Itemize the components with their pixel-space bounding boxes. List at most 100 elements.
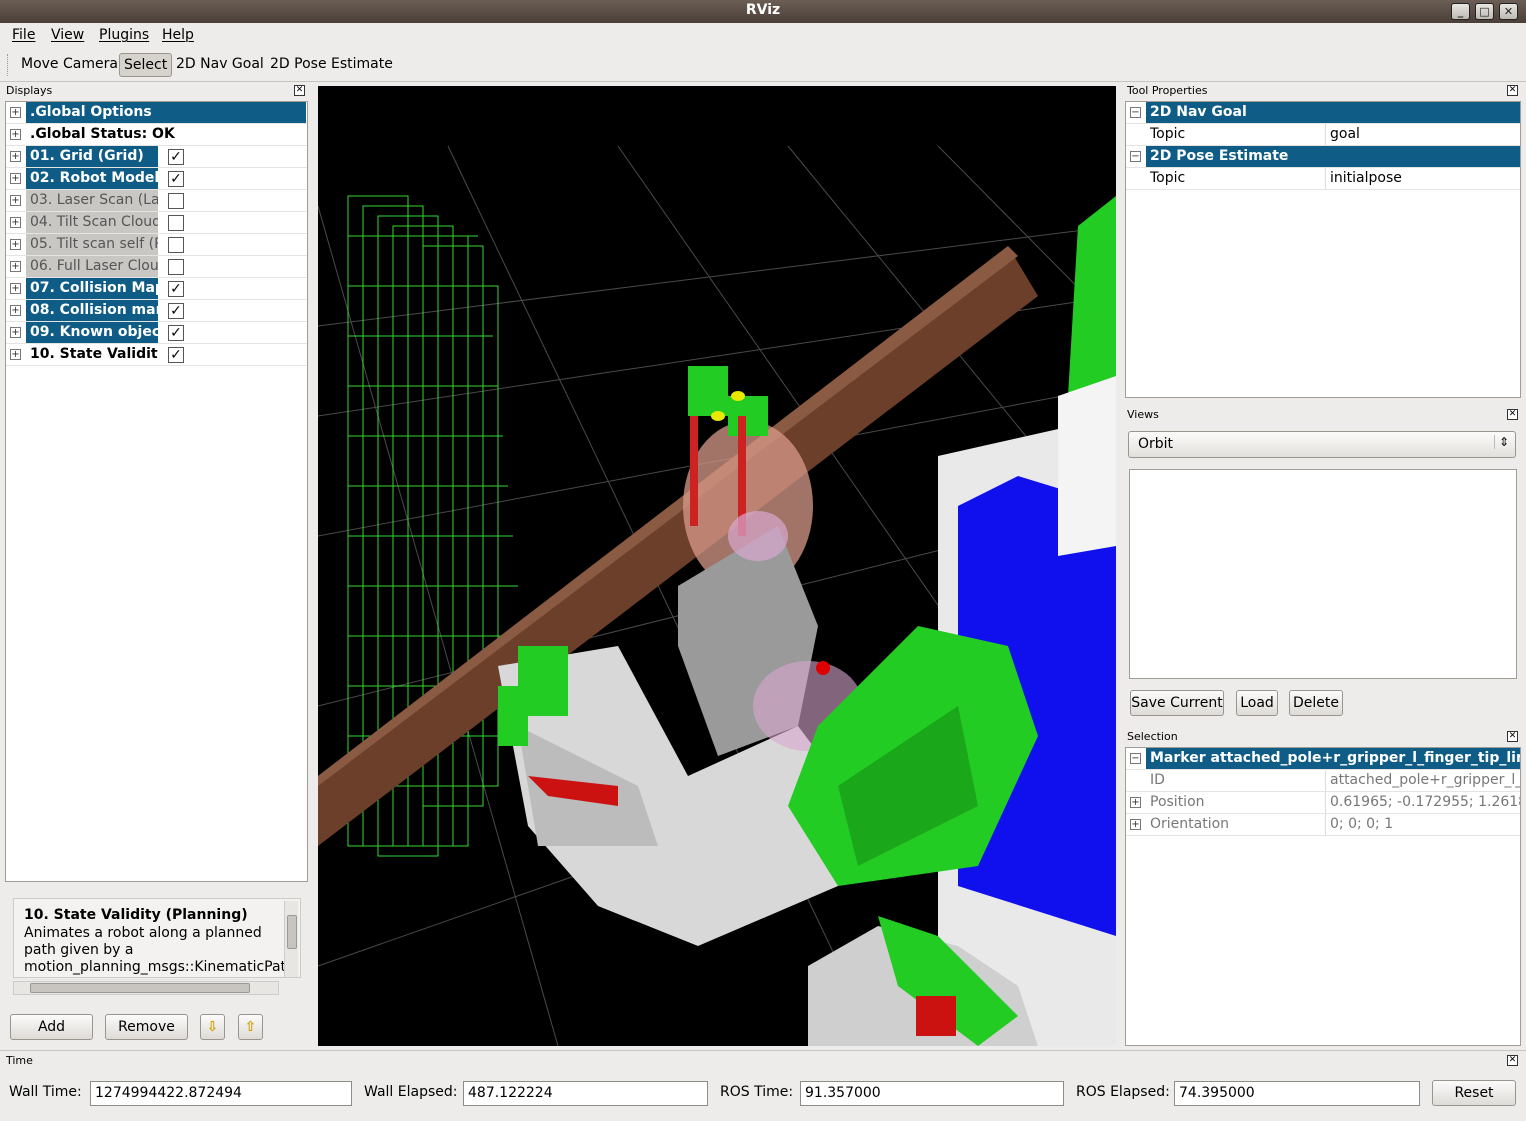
- display-item[interactable]: +09. Known object ✓: [6, 322, 307, 344]
- display-enabled-checkbox[interactable]: ✓: [168, 149, 184, 165]
- expand-icon[interactable]: +: [10, 305, 21, 316]
- expand-icon[interactable]: +: [10, 261, 21, 272]
- property-value-initialpose[interactable]: initialpose: [1326, 168, 1402, 189]
- selected-marker-row[interactable]: − Marker attached_pole+r_gripper_l_finge…: [1126, 748, 1520, 770]
- add-display-button[interactable]: Add: [10, 1014, 93, 1040]
- selection-close-icon[interactable]: ✕: [1507, 731, 1518, 742]
- description-title: 10. State Validity (Planning): [24, 907, 248, 923]
- property-row[interactable]: Topic goal: [1126, 124, 1520, 146]
- display-item[interactable]: + .Global Options: [6, 102, 307, 124]
- tool-properties-close-icon[interactable]: ✕: [1507, 85, 1518, 96]
- move-up-button[interactable]: ⇧: [238, 1014, 263, 1040]
- expand-icon[interactable]: +: [1130, 797, 1141, 808]
- display-item[interactable]: +04. Tilt Scan Cloud: [6, 212, 307, 234]
- display-enabled-checkbox[interactable]: ✓: [168, 325, 184, 341]
- expand-icon[interactable]: +: [10, 107, 21, 118]
- group-2d-pose-estimate[interactable]: − 2D Pose Estimate: [1126, 146, 1520, 168]
- views-title: Views: [1127, 408, 1159, 421]
- window-title: RViz: [745, 2, 781, 18]
- display-enabled-checkbox[interactable]: ✓: [168, 281, 184, 297]
- description-scrollbar[interactable]: [284, 901, 298, 977]
- menu-file[interactable]: File: [12, 27, 35, 43]
- tool-properties-title: Tool Properties: [1127, 84, 1208, 97]
- display-enabled-checkbox[interactable]: [168, 193, 184, 209]
- display-enabled-checkbox[interactable]: [168, 259, 184, 275]
- expand-icon[interactable]: +: [10, 217, 21, 228]
- ros-elapsed-field[interactable]: 74.395000: [1174, 1081, 1420, 1106]
- display-item[interactable]: +01. Grid (Grid) ✓: [6, 146, 307, 168]
- minimize-button[interactable]: _: [1451, 3, 1470, 20]
- display-enabled-checkbox[interactable]: ✓: [168, 303, 184, 319]
- display-item-label: 07. Collision Map: [26, 278, 158, 299]
- display-item[interactable]: +02. Robot Model ✓: [6, 168, 307, 190]
- time-close-icon[interactable]: ✕: [1507, 1055, 1518, 1066]
- save-current-view-button[interactable]: Save Current: [1130, 690, 1224, 716]
- display-enabled-checkbox[interactable]: ✓: [168, 171, 184, 187]
- display-enabled-checkbox[interactable]: [168, 215, 184, 231]
- menu-view[interactable]: View: [51, 27, 84, 43]
- wall-time-field[interactable]: 1274994422.872494: [90, 1081, 352, 1106]
- display-item[interactable]: +07. Collision Map ✓: [6, 278, 307, 300]
- property-value-goal[interactable]: goal: [1326, 124, 1360, 145]
- menu-plugins[interactable]: Plugins: [99, 27, 149, 43]
- group-2d-nav-goal[interactable]: − 2D Nav Goal: [1126, 102, 1520, 124]
- move-down-button[interactable]: ⇩: [200, 1014, 225, 1040]
- view-type-select[interactable]: Orbit ⇕: [1128, 431, 1516, 458]
- display-item-label: 04. Tilt Scan Cloud: [26, 212, 158, 233]
- collapse-icon[interactable]: −: [1130, 753, 1141, 764]
- display-item[interactable]: +06. Full Laser Cloud: [6, 256, 307, 278]
- expand-icon[interactable]: +: [1130, 819, 1141, 830]
- tool-select[interactable]: Select: [119, 53, 173, 77]
- property-row[interactable]: Topic initialpose: [1126, 168, 1520, 190]
- collapse-icon[interactable]: −: [1130, 151, 1141, 162]
- tool-2d-nav-goal[interactable]: 2D Nav Goal: [172, 53, 268, 77]
- ros-elapsed-label: ROS Elapsed:: [1076, 1084, 1170, 1100]
- selection-prop-row[interactable]: + Position 0.61965; -0.172955; 1.261847: [1126, 792, 1520, 814]
- collapse-icon[interactable]: −: [1130, 107, 1141, 118]
- expand-icon[interactable]: +: [10, 195, 21, 206]
- scene-render: [318, 145, 1116, 1046]
- selection-prop-row[interactable]: + Orientation 0; 0; 0; 1: [1126, 814, 1520, 836]
- title-bar: RViz _ □ ✕: [0, 0, 1526, 23]
- display-description: 10. State Validity (Planning) Animates a…: [13, 898, 301, 978]
- display-item-label: 03. Laser Scan (Las: [26, 190, 158, 211]
- expand-icon[interactable]: +: [10, 283, 21, 294]
- ros-time-field[interactable]: 91.357000: [800, 1081, 1064, 1106]
- display-item-label: 01. Grid (Grid): [26, 146, 158, 167]
- display-enabled-checkbox[interactable]: ✓: [168, 347, 184, 363]
- tool-2d-pose-estimate[interactable]: 2D Pose Estimate: [266, 53, 397, 77]
- display-item[interactable]: +08. Collision mar ✓: [6, 300, 307, 322]
- display-item[interactable]: +05. Tilt scan self (P: [6, 234, 307, 256]
- expand-icon[interactable]: +: [10, 151, 21, 162]
- displays-close-icon[interactable]: ✕: [294, 85, 305, 96]
- display-item[interactable]: +03. Laser Scan (Las: [6, 190, 307, 212]
- display-item-label: 08. Collision mar: [26, 300, 158, 321]
- expand-icon[interactable]: +: [10, 173, 21, 184]
- displays-tree: + .Global Options + .Global Status: OK +01. …: [5, 101, 308, 882]
- views-close-icon[interactable]: ✕: [1507, 409, 1518, 420]
- expand-icon[interactable]: +: [10, 239, 21, 250]
- select-arrows-icon: ⇕: [1493, 435, 1509, 449]
- expand-icon[interactable]: +: [10, 327, 21, 338]
- expand-icon[interactable]: +: [10, 349, 21, 360]
- menu-help[interactable]: Help: [162, 27, 194, 43]
- wall-elapsed-field[interactable]: 487.122224: [463, 1081, 708, 1106]
- tool-move-camera[interactable]: Move Camera: [17, 53, 122, 77]
- display-item[interactable]: +10. State Validity ✓: [6, 344, 307, 366]
- maximize-button[interactable]: □: [1475, 3, 1494, 20]
- prop-key-orientation: Orientation: [1146, 814, 1326, 835]
- reset-button[interactable]: Reset: [1432, 1080, 1516, 1106]
- selection-prop-row[interactable]: ID attached_pole+r_gripper_l_fir: [1126, 770, 1520, 792]
- delete-view-button[interactable]: Delete: [1289, 690, 1343, 716]
- expand-icon[interactable]: +: [10, 129, 21, 140]
- remove-display-button[interactable]: Remove: [105, 1014, 188, 1040]
- view-type-value: Orbit: [1138, 436, 1174, 452]
- toolbar-grip[interactable]: [7, 54, 10, 76]
- load-view-button[interactable]: Load: [1236, 690, 1278, 716]
- display-item[interactable]: + .Global Status: OK: [6, 124, 307, 146]
- render-viewport[interactable]: [318, 86, 1116, 1046]
- display-enabled-checkbox[interactable]: [168, 237, 184, 253]
- saved-views-list[interactable]: [1129, 469, 1517, 679]
- close-window-button[interactable]: ✕: [1499, 3, 1518, 20]
- description-hscrollbar[interactable]: [13, 981, 279, 995]
